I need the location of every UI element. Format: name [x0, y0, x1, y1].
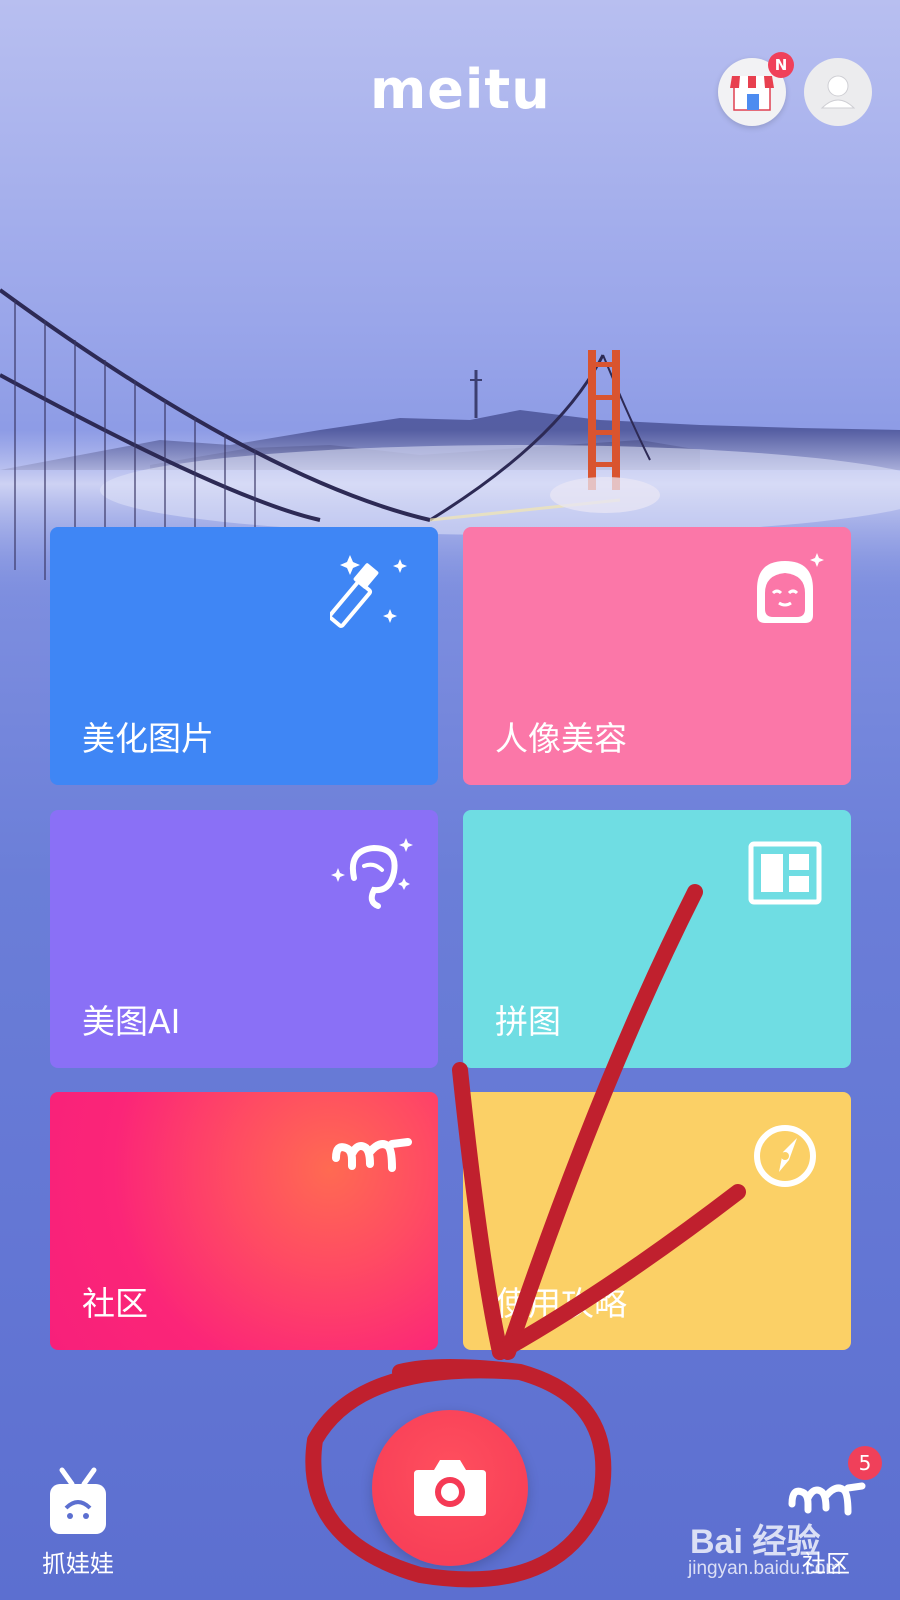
- ai-hair-icon: [331, 838, 413, 909]
- meitu-home-screen: meitu N 美化图片 人像美容 美图AI 拼图 社区 使用攻略 抓娃娃 社区…: [0, 0, 900, 1600]
- user-icon: [820, 75, 856, 109]
- compass-icon: [754, 1125, 816, 1187]
- baidu-jingyan-watermark: Bai 经验 jingyan.baidu.com: [688, 1514, 888, 1594]
- tile-beautify-photo[interactable]: 美化图片: [50, 527, 438, 785]
- tile-portrait-beauty[interactable]: 人像美容: [463, 527, 851, 785]
- tile-community[interactable]: 社区: [50, 1092, 438, 1350]
- tile-label: 拼图: [495, 1002, 561, 1041]
- tile-label: 社区: [82, 1284, 148, 1323]
- collage-icon: [748, 841, 822, 905]
- meitu-logo: meitu: [370, 58, 551, 121]
- tile-usage-guide[interactable]: 使用攻略: [463, 1092, 851, 1350]
- meitu-community-icon: [332, 1138, 412, 1172]
- tile-meitu-ai[interactable]: 美图AI: [50, 810, 438, 1068]
- watermark-url: jingyan.baidu.com: [688, 1558, 842, 1579]
- tile-label: 人像美容: [495, 719, 627, 758]
- store-badge: N: [768, 52, 794, 78]
- tile-collage[interactable]: 拼图: [463, 810, 851, 1068]
- camera-icon: [414, 1460, 486, 1516]
- watermark-logo: Bai 经验: [690, 1523, 821, 1561]
- community-notification-badge: 5: [848, 1446, 882, 1480]
- claw-machine-label: 抓娃娃: [42, 1550, 114, 1578]
- profile-avatar-button[interactable]: [804, 58, 872, 126]
- camera-button[interactable]: [372, 1410, 528, 1566]
- face-icon: [757, 553, 824, 623]
- tile-label: 美化图片: [82, 719, 214, 758]
- tile-label: 美图AI: [82, 1002, 181, 1041]
- tile-label: 使用攻略: [495, 1284, 627, 1323]
- magic-wand-icon: [330, 555, 407, 628]
- claw-machine-button[interactable]: 抓娃娃: [36, 1462, 120, 1578]
- background-bridge-image: [0, 288, 900, 610]
- claw-machine-icon: [50, 1467, 106, 1534]
